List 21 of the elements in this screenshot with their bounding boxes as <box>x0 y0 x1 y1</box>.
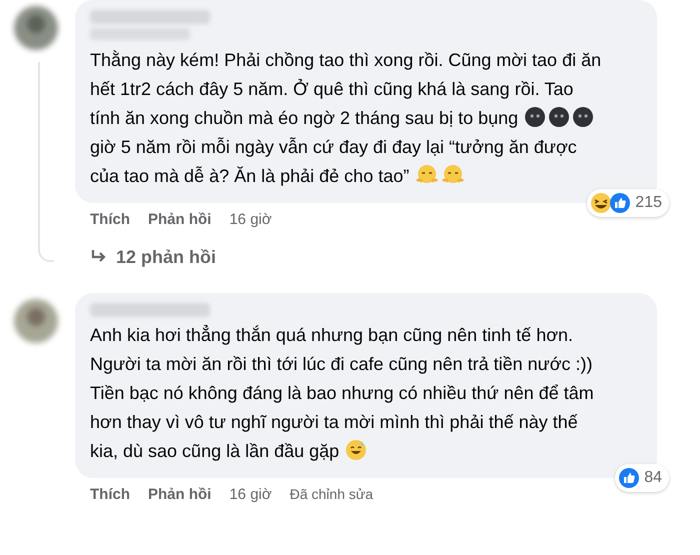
like-link[interactable]: Thích <box>90 209 130 232</box>
reaction-summary[interactable]: 84 <box>615 464 669 492</box>
comment-text: Thằng này kém! Phải chồng tao thì xong rồi. Cũng mời tao đi ăn hết 1tr2 cách đây 5 năm. Ở quê thì cũng khá là sang rồi. Tao tính ăn xong chuồn mà éo ngờ 2 tháng sau bị to bụng giờ 5 năm rồi mỗi ngày vẫn cứ đay đi đay lại “tưởng ăn được của tao mà dễ à? Ăn là phải đẻ cho tao” <box>90 49 602 189</box>
timestamp[interactable]: 16 giờ <box>229 484 272 506</box>
like-reaction-icon <box>618 466 640 488</box>
reaction-summary[interactable]: 215 <box>587 189 669 217</box>
edited-label: Đã chỉnh sửa <box>290 485 374 504</box>
comment-text: Anh kia hơi thẳng thắn quá nhưng bạn cũng nên tinh tế hơn. Người ta mời ăn rồi thì tới lúc đi cafe cũng nên trả tiền nước :)) Tiền bạc nó không đáng là bao nhưng có nhiều thứ nên để tâm hơn thay vì vô tư nghĩ người ta mời mình thì phải thế này thế kia, dù sao cũng là lần đầu gặp <box>90 324 595 463</box>
like-reaction-icon <box>609 192 632 214</box>
like-link[interactable]: Thích <box>90 484 130 506</box>
reply-link[interactable]: Phản hồi <box>148 209 212 232</box>
dark-face-emoji-icon <box>548 106 570 128</box>
dark-face-emoji-icon <box>524 106 546 128</box>
laughing-reaction-icon <box>590 192 612 214</box>
timestamp[interactable]: 16 giờ <box>229 209 272 232</box>
view-replies-link[interactable]: 12 phản hồi <box>75 232 657 270</box>
dark-face-emoji-icon <box>572 106 594 128</box>
avatar[interactable] <box>12 4 60 52</box>
avatar[interactable] <box>12 296 60 344</box>
reply-link[interactable]: Phản hồi <box>148 484 212 506</box>
grin-sweat-emoji-icon <box>345 438 368 460</box>
